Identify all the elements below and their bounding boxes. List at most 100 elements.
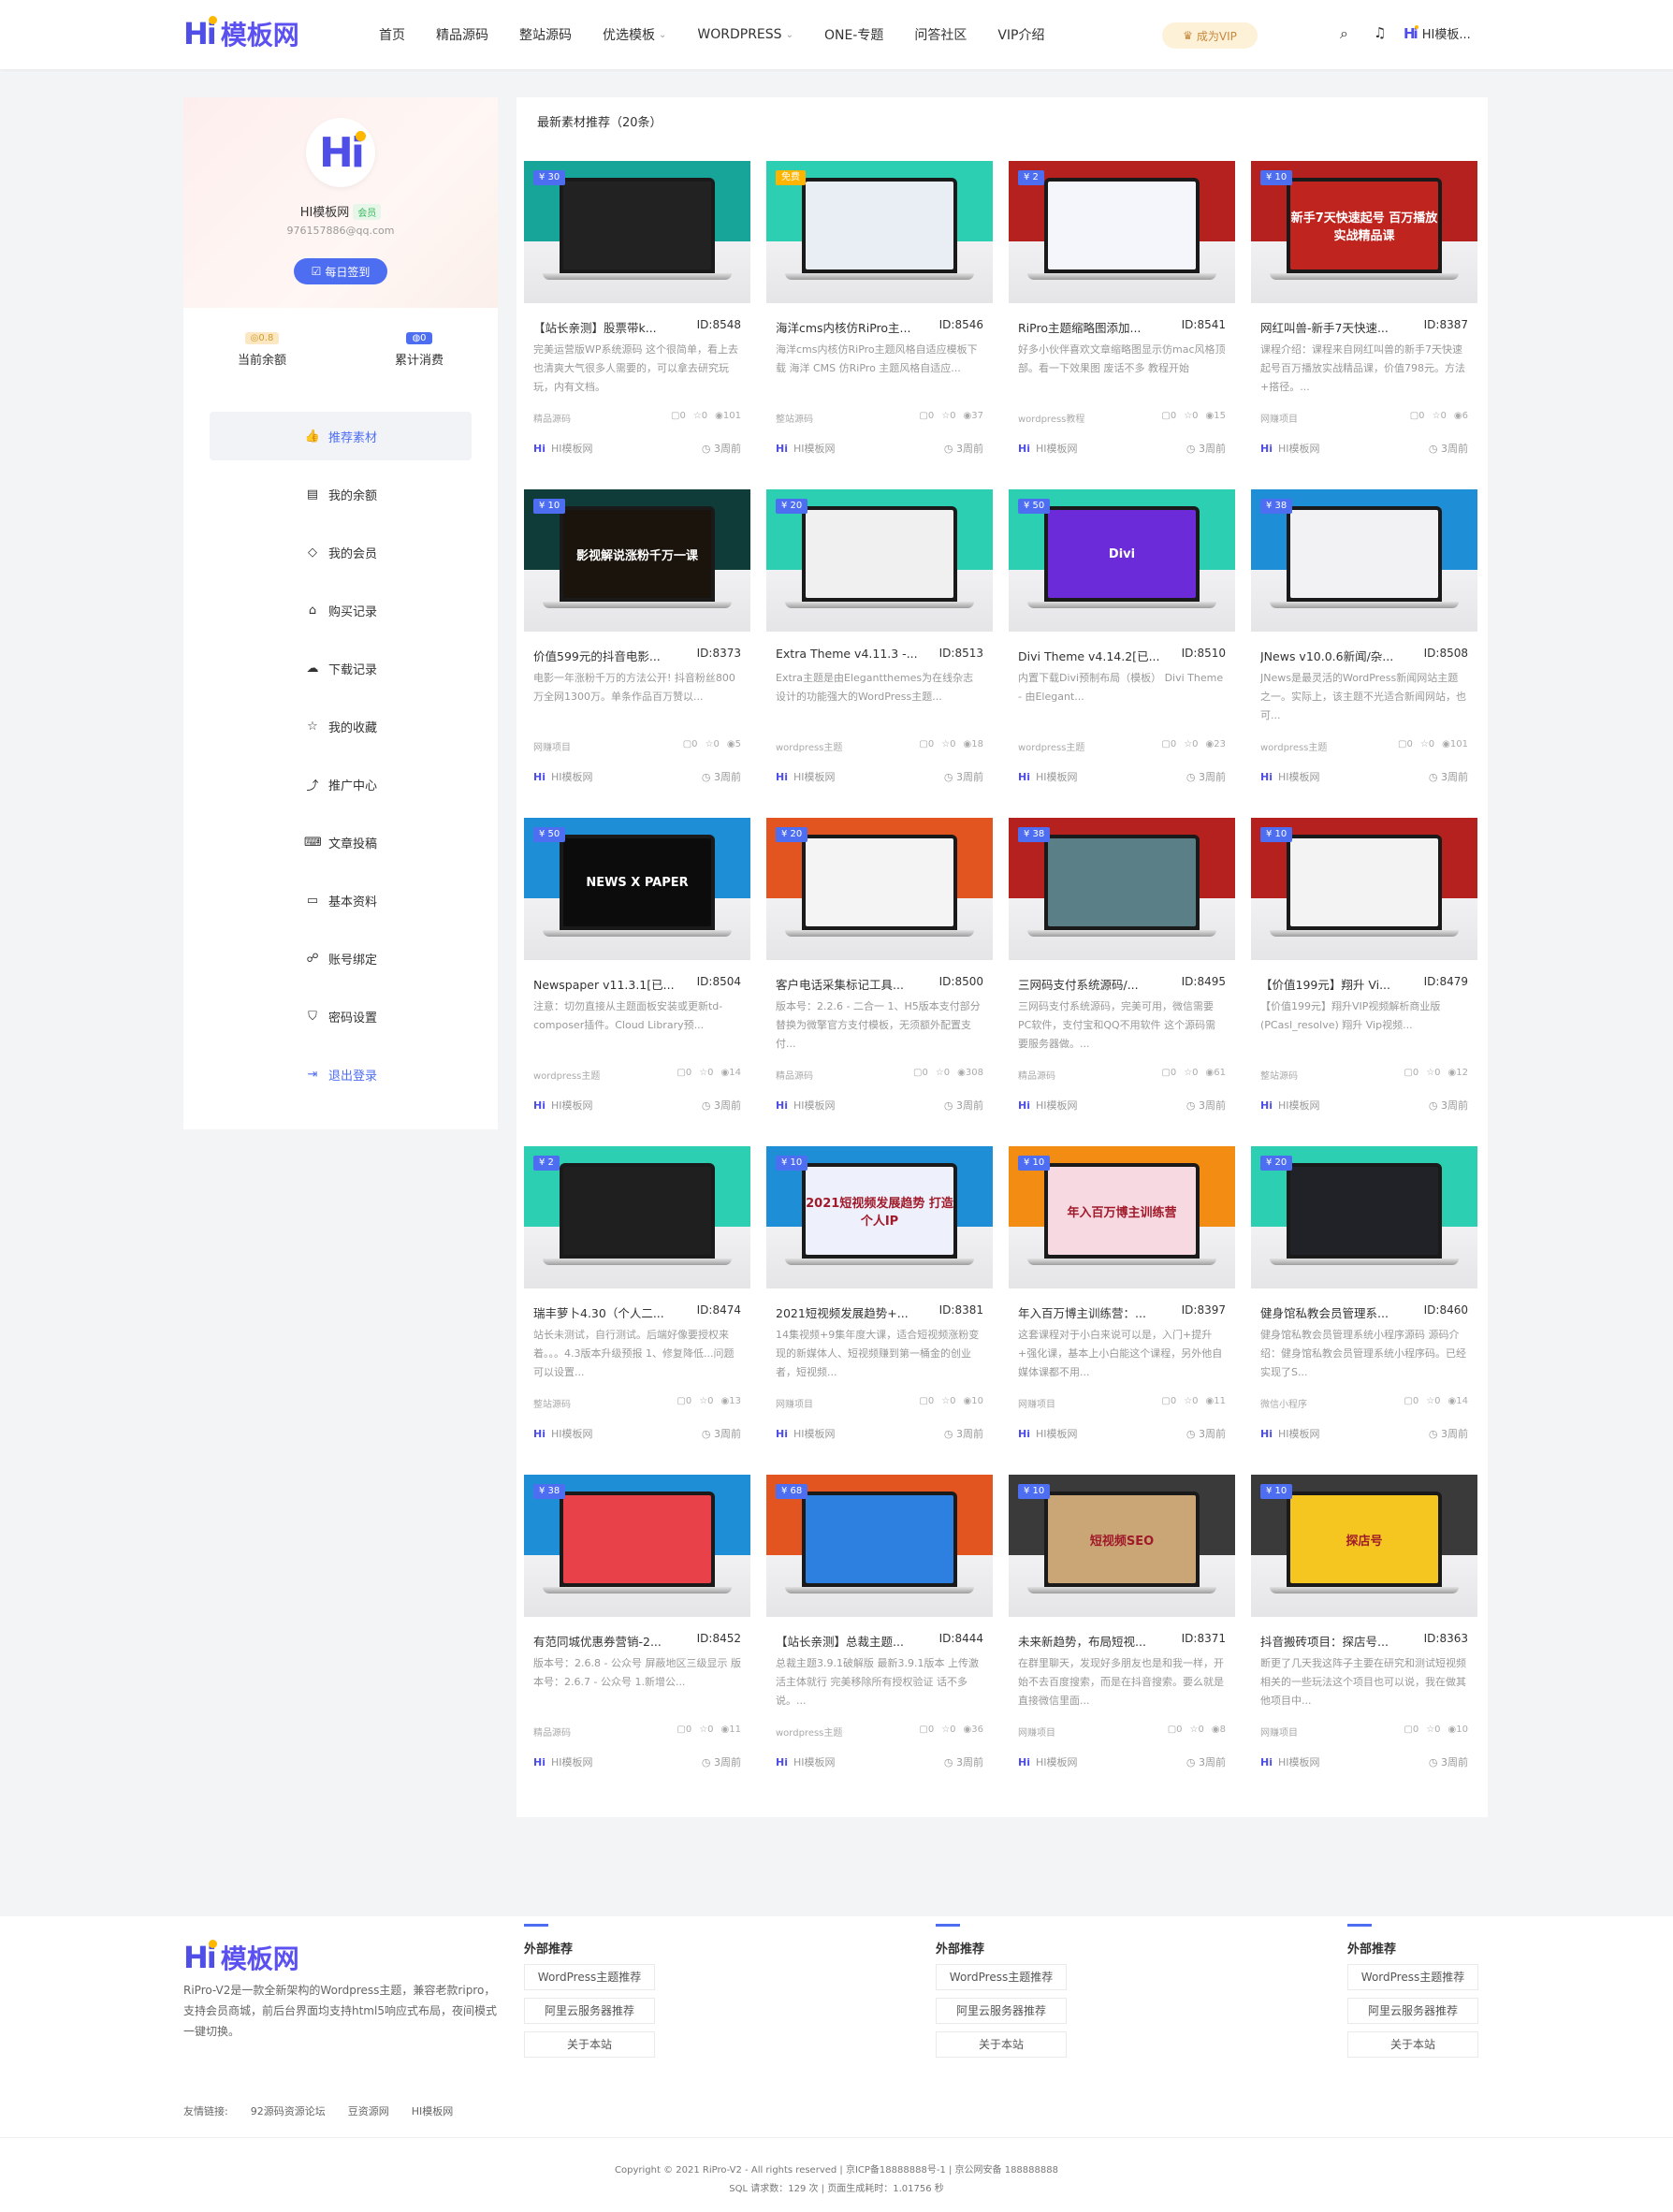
- category-tag[interactable]: 微信小程序: [1260, 1396, 1307, 1410]
- category-tag[interactable]: 网赚项目: [533, 739, 571, 753]
- card-thumbnail[interactable]: ¥ 20: [766, 489, 993, 632]
- category-tag[interactable]: wordpress主题: [1018, 739, 1084, 753]
- friend-link[interactable]: 92源码资源论坛: [251, 2103, 326, 2118]
- card-thumbnail[interactable]: ¥ 38: [1009, 818, 1235, 960]
- card-title[interactable]: Extra Theme v4.11.3 -...: [776, 647, 918, 661]
- resource-card[interactable]: 免费 海洋cms内核仿RiPro主... ID:8546 海洋cms内核仿RiPro主…: [766, 161, 993, 474]
- footer-link[interactable]: WordPress主题推荐: [1347, 1964, 1478, 1990]
- card-title-row[interactable]: JNews v10.0.6新闻/杂... ID:8508: [1260, 647, 1468, 664]
- resource-card[interactable]: 新手7天快速起号 百万播放实战精品课 ¥ 10 网红叫兽-新手7天快速... ID:8…: [1251, 161, 1477, 474]
- card-title[interactable]: 抖音搬砖项目：探店号...: [1260, 1632, 1389, 1650]
- card-title-row[interactable]: RiPro主题缩略图添加... ID:8541: [1018, 318, 1226, 336]
- card-thumbnail[interactable]: ¥ 38: [1251, 489, 1477, 632]
- card-thumbnail[interactable]: ¥ 10: [1251, 818, 1477, 960]
- resource-card[interactable]: ¥ 2 RiPro主题缩略图添加... ID:8541 好多小伙伴喜欢文章缩略图显示仿…: [1009, 161, 1235, 474]
- card-title[interactable]: 海洋cms内核仿RiPro主...: [776, 318, 910, 336]
- site-logo[interactable]: Hi 模板网: [183, 15, 299, 52]
- card-author[interactable]: Hi HI模板网: [533, 1754, 593, 1769]
- card-author[interactable]: Hi HI模板网: [1018, 441, 1078, 456]
- card-author[interactable]: Hi HI模板网: [1260, 441, 1320, 456]
- category-tag[interactable]: 整站源码: [1260, 1068, 1298, 1082]
- card-thumbnail[interactable]: 2021短视频发展趋势 打造个人IP ¥ 10: [766, 1146, 993, 1288]
- category-tag[interactable]: 精品源码: [1018, 1068, 1055, 1082]
- card-title-row[interactable]: 抖音搬砖项目：探店号... ID:8363: [1260, 1632, 1468, 1650]
- nav-item-5[interactable]: ONE-专题: [824, 25, 883, 44]
- sidebar-item-8[interactable]: ▭ 基本资料: [210, 876, 472, 924]
- card-thumbnail[interactable]: Divi ¥ 50: [1009, 489, 1235, 632]
- card-title[interactable]: 未来新趋势，布局短视...: [1018, 1632, 1146, 1650]
- resource-card[interactable]: ¥ 38 三网码支付系统源码/... ID:8495 三网码支付系统源码，完美可用，微…: [1009, 818, 1235, 1131]
- card-title[interactable]: 瑞丰萝卜4.30（个人二...: [533, 1303, 664, 1321]
- nav-item-4[interactable]: WORDPRESS ⌄: [697, 27, 793, 42]
- card-author[interactable]: Hi HI模板网: [776, 1754, 836, 1769]
- card-author[interactable]: Hi HI模板网: [776, 1098, 836, 1113]
- card-title[interactable]: 价值599元的抖音电影...: [533, 647, 661, 664]
- card-thumbnail[interactable]: 影视解说涨粉千万一课 ¥ 10: [524, 489, 750, 632]
- category-tag[interactable]: 精品源码: [533, 1724, 571, 1739]
- category-tag[interactable]: wordpress教程: [1018, 411, 1084, 425]
- nav-item-1[interactable]: 精品源码: [436, 25, 488, 44]
- resource-card[interactable]: NEWS X PAPER ¥ 50 Newspaper v11.3.1[已... ID…: [524, 818, 750, 1131]
- category-tag[interactable]: 网赚项目: [776, 1396, 813, 1410]
- sidebar-item-7[interactable]: ⌨ 文章投稿: [210, 818, 472, 866]
- card-title-row[interactable]: 价值599元的抖音电影... ID:8373: [533, 647, 741, 664]
- card-author[interactable]: Hi HI模板网: [1018, 1754, 1078, 1769]
- sidebar-item-9[interactable]: ☍ 账号绑定: [210, 934, 472, 982]
- footer-logo[interactable]: Hi 模板网: [183, 1939, 299, 1976]
- card-author[interactable]: Hi HI模板网: [1018, 1098, 1078, 1113]
- search-icon[interactable]: ⌕: [1340, 24, 1348, 43]
- card-thumbnail[interactable]: ¥ 68: [766, 1475, 993, 1617]
- footer-link[interactable]: 阿里云服务器推荐: [1347, 1998, 1478, 2024]
- card-title-row[interactable]: Extra Theme v4.11.3 -... ID:8513: [776, 647, 983, 661]
- card-author[interactable]: Hi HI模板网: [1260, 1098, 1320, 1113]
- category-tag[interactable]: 精品源码: [533, 411, 571, 425]
- resource-card[interactable]: ¥ 38 有范同城优惠券营销-2... ID:8452 版本号：2.6.8 - 公众号…: [524, 1475, 750, 1788]
- resource-card[interactable]: 年入百万博主训练营 ¥ 10 年入百万博主训练营：... ID:8397 这套课程对于小…: [1009, 1146, 1235, 1460]
- category-tag[interactable]: 网赚项目: [1260, 411, 1298, 425]
- sidebar-item-1[interactable]: ▤ 我的余额: [210, 470, 472, 518]
- footer-link[interactable]: 关于本站: [936, 2031, 1067, 2058]
- category-tag[interactable]: wordpress主题: [1260, 739, 1327, 753]
- card-title[interactable]: 三网码支付系统源码/...: [1018, 975, 1139, 993]
- card-title-row[interactable]: 瑞丰萝卜4.30（个人二... ID:8474: [533, 1303, 741, 1321]
- card-title-row[interactable]: Divi Theme v4.14.2[已... ID:8510: [1018, 647, 1226, 664]
- card-title[interactable]: 有范同城优惠券营销-2...: [533, 1632, 662, 1650]
- card-thumbnail[interactable]: ¥ 2: [1009, 161, 1235, 303]
- card-author[interactable]: Hi HI模板网: [533, 1426, 593, 1441]
- card-title[interactable]: 年入百万博主训练营：...: [1018, 1303, 1146, 1321]
- category-tag[interactable]: wordpress主题: [776, 1724, 842, 1739]
- card-title-row[interactable]: 年入百万博主训练营：... ID:8397: [1018, 1303, 1226, 1321]
- resource-card[interactable]: Divi ¥ 50 Divi Theme v4.14.2[已... ID:8510 内置…: [1009, 489, 1235, 803]
- card-title[interactable]: Newspaper v11.3.1[已...: [533, 975, 675, 993]
- card-title[interactable]: 【价值199元】翔升 Vi...: [1260, 975, 1390, 993]
- nav-item-2[interactable]: 整站源码: [519, 25, 572, 44]
- category-tag[interactable]: 整站源码: [776, 411, 813, 425]
- category-tag[interactable]: 精品源码: [776, 1068, 813, 1082]
- resource-card[interactable]: ¥ 2 瑞丰萝卜4.30（个人二... ID:8474 站长未测试，自行测试。后端好像…: [524, 1146, 750, 1460]
- nav-item-3[interactable]: 优选模板 ⌄: [603, 25, 666, 44]
- sidebar-item-4[interactable]: ☁ 下载记录: [210, 644, 472, 692]
- card-thumbnail[interactable]: ¥ 38: [524, 1475, 750, 1617]
- card-title-row[interactable]: 客户电话采集标记工具... ID:8500: [776, 975, 983, 993]
- resource-card[interactable]: 影视解说涨粉千万一课 ¥ 10 价值599元的抖音电影... ID:8373 电影一年涨…: [524, 489, 750, 803]
- category-tag[interactable]: 整站源码: [533, 1396, 571, 1410]
- card-thumbnail[interactable]: NEWS X PAPER ¥ 50: [524, 818, 750, 960]
- nav-item-6[interactable]: 问答社区: [914, 25, 967, 44]
- card-thumbnail[interactable]: 新手7天快速起号 百万播放实战精品课 ¥ 10: [1251, 161, 1477, 303]
- resource-card[interactable]: ¥ 38 JNews v10.0.6新闻/杂... ID:8508 JNews是最灵活…: [1251, 489, 1477, 803]
- sidebar-item-2[interactable]: ◇ 我的会员: [210, 528, 472, 576]
- footer-link[interactable]: WordPress主题推荐: [524, 1964, 655, 1990]
- card-author[interactable]: Hi HI模板网: [1018, 769, 1078, 784]
- resource-card[interactable]: 探店号 ¥ 10 抖音搬砖项目：探店号... ID:8363 断更了几天我这阵子主要在研…: [1251, 1475, 1477, 1788]
- resource-card[interactable]: ¥ 68 【站长亲测】总裁主题... ID:8444 总裁主题3.9.1破解版 最新3…: [766, 1475, 993, 1788]
- card-thumbnail[interactable]: ¥ 2: [524, 1146, 750, 1288]
- card-title[interactable]: RiPro主题缩略图添加...: [1018, 318, 1141, 336]
- card-title[interactable]: JNews v10.0.6新闻/杂...: [1260, 647, 1393, 664]
- footer-link[interactable]: 关于本站: [1347, 2031, 1478, 2058]
- footer-link[interactable]: 关于本站: [524, 2031, 655, 2058]
- nav-item-0[interactable]: 首页: [379, 25, 405, 44]
- card-author[interactable]: Hi HI模板网: [776, 441, 836, 456]
- card-title-row[interactable]: 有范同城优惠券营销-2... ID:8452: [533, 1632, 741, 1650]
- card-author[interactable]: Hi HI模板网: [1260, 769, 1320, 784]
- become-vip-button[interactable]: ♛ 成为VIP: [1162, 22, 1258, 49]
